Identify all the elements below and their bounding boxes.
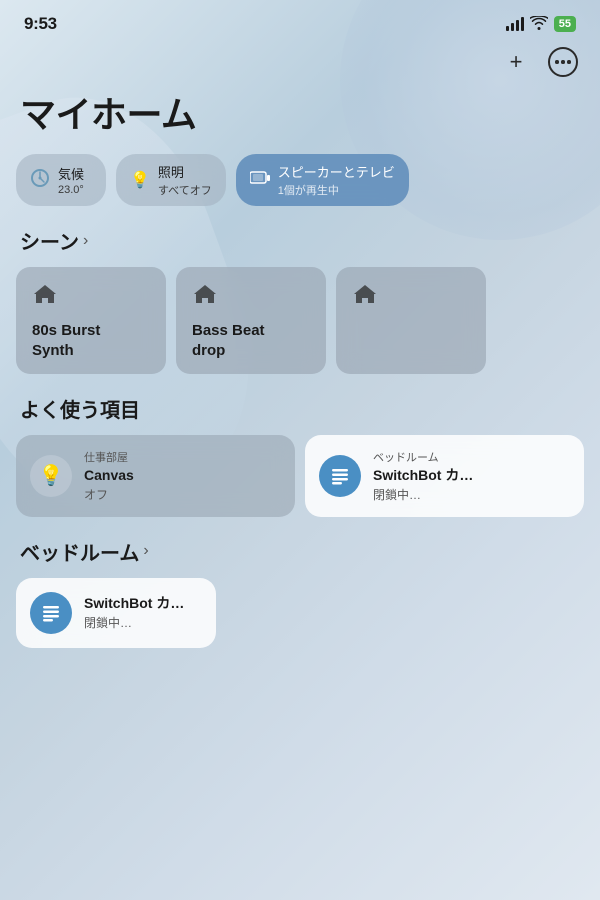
av-sub: 1個が再生中 bbox=[278, 182, 395, 198]
scene-card-2[interactable]: Bass Beatdrop bbox=[176, 267, 326, 374]
favorites-title: よく使う項目 bbox=[20, 394, 140, 423]
add-button[interactable]: + bbox=[500, 46, 532, 78]
climate-label: 気候 bbox=[58, 164, 84, 183]
bedroom-device-status: 閉鎖中… bbox=[84, 614, 184, 631]
scene-icon-1 bbox=[32, 281, 150, 313]
page-title: マイホーム bbox=[0, 86, 600, 154]
lighting-sub: すべてオフ bbox=[158, 182, 212, 198]
scene-icon-3 bbox=[352, 281, 470, 313]
switchbot-icon-circle bbox=[319, 455, 361, 497]
bedroom-section-header: ベッドルーム › bbox=[0, 537, 600, 578]
status-bar: 9:53 55 bbox=[0, 0, 600, 42]
signal-icon bbox=[506, 17, 524, 31]
category-lighting[interactable]: 💡 照明 すべてオフ bbox=[116, 154, 226, 206]
scene-card-1[interactable]: 80s BurstSynth bbox=[16, 267, 166, 374]
canvas-name: Canvas bbox=[84, 467, 134, 484]
canvas-status: オフ bbox=[84, 486, 134, 503]
scenes-arrow[interactable]: › bbox=[83, 232, 88, 250]
dots-icon bbox=[555, 60, 571, 64]
bedroom-arrow[interactable]: › bbox=[143, 542, 148, 560]
bedroom-switchbot-icon bbox=[30, 592, 72, 634]
climate-icon bbox=[30, 168, 50, 193]
wifi-icon bbox=[530, 16, 548, 33]
fav-card-canvas[interactable]: 💡 仕事部屋 Canvas オフ bbox=[16, 435, 295, 517]
status-time: 9:53 bbox=[24, 14, 57, 34]
more-options-button[interactable] bbox=[548, 47, 578, 77]
bulb-icon-circle: 💡 bbox=[30, 455, 72, 497]
switchbot-fav-name: SwitchBot カ… bbox=[373, 467, 473, 484]
scenes-title: シーン bbox=[20, 226, 79, 255]
bedroom-device-card[interactable]: SwitchBot カ… 閉鎖中… bbox=[16, 578, 216, 648]
fav-card-switchbot[interactable]: ベッドルーム SwitchBot カ… 閉鎖中… bbox=[305, 435, 584, 517]
favorites-row: 💡 仕事部屋 Canvas オフ ベッドルーム SwitchBot カ… bbox=[0, 435, 600, 537]
av-label: スピーカーとテレビ bbox=[278, 162, 395, 181]
favorites-section-header: よく使う項目 bbox=[0, 394, 600, 435]
switchbot-fav-location: ベッドルーム bbox=[373, 449, 473, 465]
av-icon bbox=[250, 170, 270, 191]
category-av[interactable]: スピーカーとテレビ 1個が再生中 bbox=[236, 154, 409, 206]
scene-icon-2 bbox=[192, 281, 310, 313]
lighting-label: 照明 bbox=[158, 162, 212, 181]
scene-card-3[interactable] bbox=[336, 267, 486, 374]
bedroom-title: ベッドルーム bbox=[20, 537, 139, 566]
category-row: 気候 23.0° 💡 照明 すべてオフ スピーカーとテレビ 1個が再生中 bbox=[0, 154, 600, 226]
category-climate[interactable]: 気候 23.0° bbox=[16, 154, 106, 206]
bedroom-device-name: SwitchBot カ… bbox=[84, 595, 184, 612]
action-bar: + bbox=[0, 42, 600, 86]
lighting-icon: 💡 bbox=[130, 170, 150, 190]
scene-name-2: Bass Beatdrop bbox=[192, 321, 310, 360]
status-icons: 55 bbox=[506, 16, 576, 33]
climate-sub: 23.0° bbox=[58, 184, 84, 196]
scenes-section-header: シーン › bbox=[0, 226, 600, 267]
switchbot-fav-status: 閉鎖中… bbox=[373, 486, 473, 503]
scene-row: 80s BurstSynth Bass Beatdrop bbox=[0, 267, 600, 394]
canvas-location: 仕事部屋 bbox=[84, 449, 134, 465]
scene-name-1: 80s BurstSynth bbox=[32, 321, 150, 360]
battery-indicator: 55 bbox=[554, 16, 576, 32]
